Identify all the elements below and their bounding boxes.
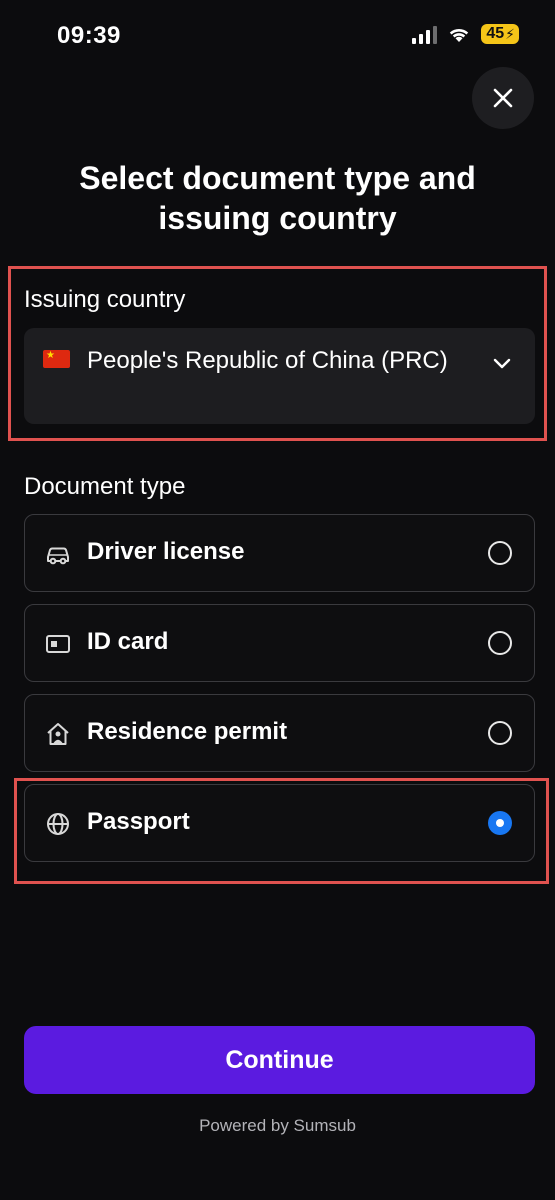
continue-button[interactable]: Continue <box>24 1026 535 1094</box>
option-label: ID card <box>87 628 169 655</box>
id-card-icon <box>46 635 70 653</box>
status-bar: 09:39 45 ⚡ <box>0 0 555 72</box>
option-label: Residence permit <box>87 718 288 745</box>
option-driver-license[interactable]: Driver license <box>24 514 535 592</box>
close-button[interactable] <box>472 67 534 129</box>
radio-driver-license[interactable] <box>488 541 512 565</box>
issuing-country-label: Issuing country <box>24 286 186 313</box>
page-title: Select document type and issuing country <box>79 160 476 236</box>
china-flag-icon: ★ <box>43 350 70 368</box>
option-passport[interactable]: Passport <box>24 784 535 862</box>
battery-icon: 45 ⚡ <box>481 24 519 44</box>
battery-level: 45 <box>486 25 505 42</box>
option-label: Driver license <box>87 538 245 565</box>
car-icon <box>47 547 69 565</box>
radio-passport[interactable] <box>488 811 512 835</box>
chevron-down-icon <box>493 358 511 369</box>
document-type-label: Document type <box>24 473 186 500</box>
powered-by-text: Powered by Sumsub <box>199 1116 356 1135</box>
cellular-signal-icon <box>412 24 438 44</box>
wifi-icon <box>450 28 469 42</box>
issuing-country-select[interactable]: ★ People's Republic of China (PRC) <box>24 328 535 424</box>
status-icons: 45 ⚡ <box>412 24 519 44</box>
radio-id-card[interactable] <box>488 631 512 655</box>
option-label: Passport <box>87 808 190 835</box>
issuing-country-value: People's Republic of China (PRC) <box>87 347 448 374</box>
option-residence-permit[interactable]: Residence permit <box>24 694 535 772</box>
radio-residence-permit[interactable] <box>488 721 512 745</box>
option-id-card[interactable]: ID card <box>24 604 535 682</box>
house-person-icon <box>47 723 69 745</box>
status-time: 09:39 <box>57 22 121 49</box>
close-icon <box>493 88 513 108</box>
globe-icon <box>47 813 69 835</box>
